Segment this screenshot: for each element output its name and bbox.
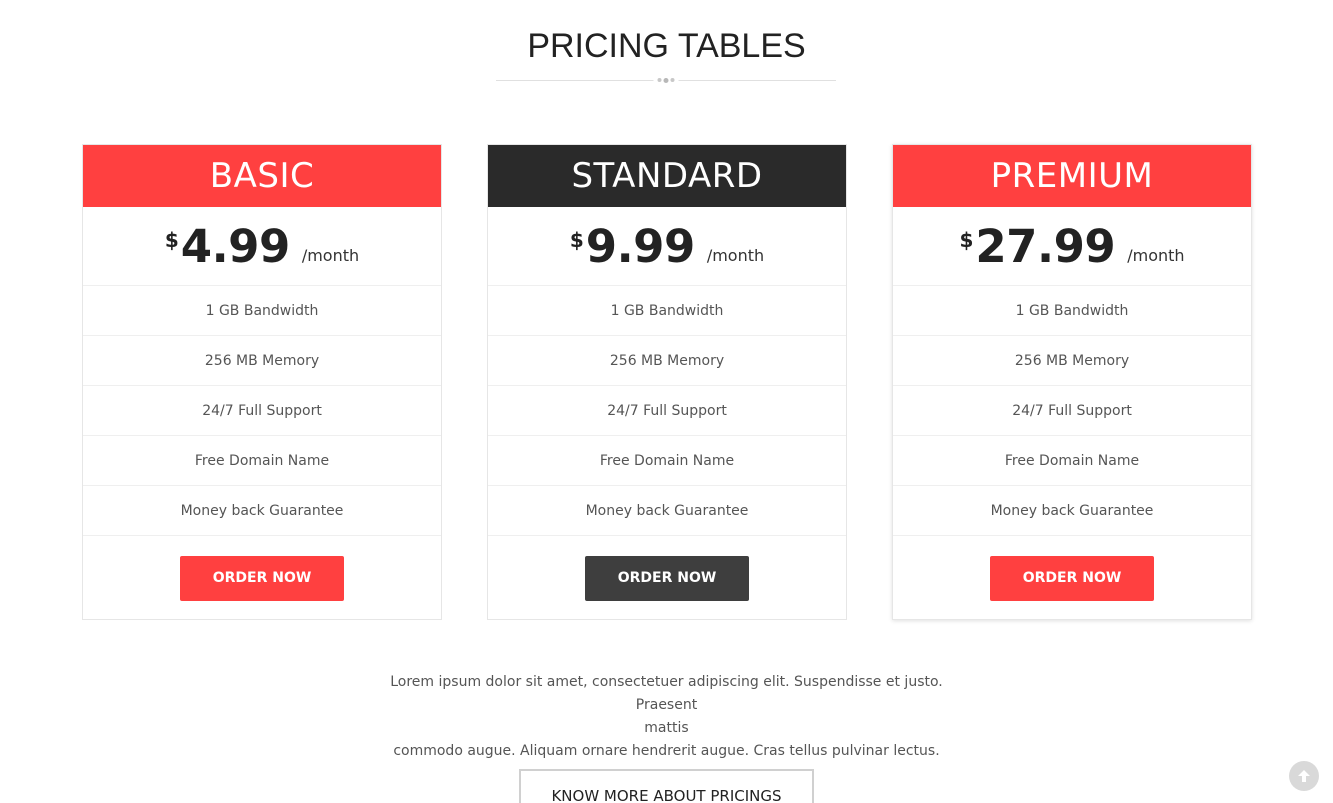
pricing-card-premium: PREMIUM $ 27.99 /month 1 GB Bandwidth 25… <box>892 144 1252 620</box>
know-more-button[interactable]: KNOW MORE ABOUT PRICINGS <box>519 769 814 803</box>
price-currency: $ <box>569 228 584 252</box>
order-now-button-standard[interactable]: ORDER NOW <box>585 555 749 601</box>
plan-price: $ 4.99 /month <box>83 207 441 286</box>
price-amount: 9.99 <box>585 220 696 273</box>
feature-item: Free Domain Name <box>488 436 846 486</box>
price-currency: $ <box>959 228 974 252</box>
price-period: /month <box>301 246 360 265</box>
description-line: commodo augue. Aliquam ornare hendrerit … <box>393 743 940 759</box>
description-line: mattis <box>644 720 689 736</box>
feature-item: 24/7 Full Support <box>83 386 441 436</box>
pricing-card-basic: BASIC $ 4.99 /month 1 GB Bandwidth 256 M… <box>82 144 442 620</box>
price-amount: 27.99 <box>975 220 1116 273</box>
feature-item: 24/7 Full Support <box>488 386 846 436</box>
price-period: /month <box>706 246 765 265</box>
plan-price: $ 27.99 /month <box>893 207 1251 286</box>
feature-item: Free Domain Name <box>893 436 1251 486</box>
pricing-card-standard: STANDARD $ 9.99 /month 1 GB Bandwidth 25… <box>487 144 847 620</box>
plan-name: PREMIUM <box>893 145 1251 207</box>
feature-item: 256 MB Memory <box>488 336 846 386</box>
scroll-top-button[interactable] <box>1289 761 1319 791</box>
order-now-button-premium[interactable]: ORDER NOW <box>990 555 1154 601</box>
order-now-button-basic[interactable]: ORDER NOW <box>180 555 344 601</box>
plan-name: BASIC <box>83 145 441 207</box>
divider-dots <box>653 77 679 83</box>
pricing-description: Lorem ipsum dolor sit amet, consectetuer… <box>366 671 967 763</box>
plan-name: STANDARD <box>488 145 846 207</box>
title-divider <box>496 77 836 83</box>
feature-item: 256 MB Memory <box>893 336 1251 386</box>
feature-item: Money back Guarantee <box>488 486 846 536</box>
feature-item: 1 GB Bandwidth <box>488 286 846 336</box>
price-period: /month <box>1127 246 1185 265</box>
feature-item: 1 GB Bandwidth <box>893 286 1251 336</box>
feature-item: 1 GB Bandwidth <box>83 286 441 336</box>
feature-item: Money back Guarantee <box>83 486 441 536</box>
card-footer: ORDER NOW <box>83 536 441 620</box>
arrow-up-circle-icon <box>1298 770 1310 782</box>
feature-item: 24/7 Full Support <box>893 386 1251 436</box>
plan-price: $ 9.99 /month <box>488 207 846 286</box>
price-currency: $ <box>164 228 179 252</box>
feature-item: 256 MB Memory <box>83 336 441 386</box>
description-line: Lorem ipsum dolor sit amet, consectetuer… <box>390 674 943 713</box>
card-footer: ORDER NOW <box>488 536 846 620</box>
feature-item: Money back Guarantee <box>893 486 1251 536</box>
section-title: PRICING TABLES <box>527 27 806 65</box>
card-footer: ORDER NOW <box>893 536 1251 620</box>
feature-item: Free Domain Name <box>83 436 441 486</box>
page: PRICING TABLES BASIC $ 4.99 /month 1 GB … <box>0 0 1333 803</box>
price-amount: 4.99 <box>180 220 291 273</box>
